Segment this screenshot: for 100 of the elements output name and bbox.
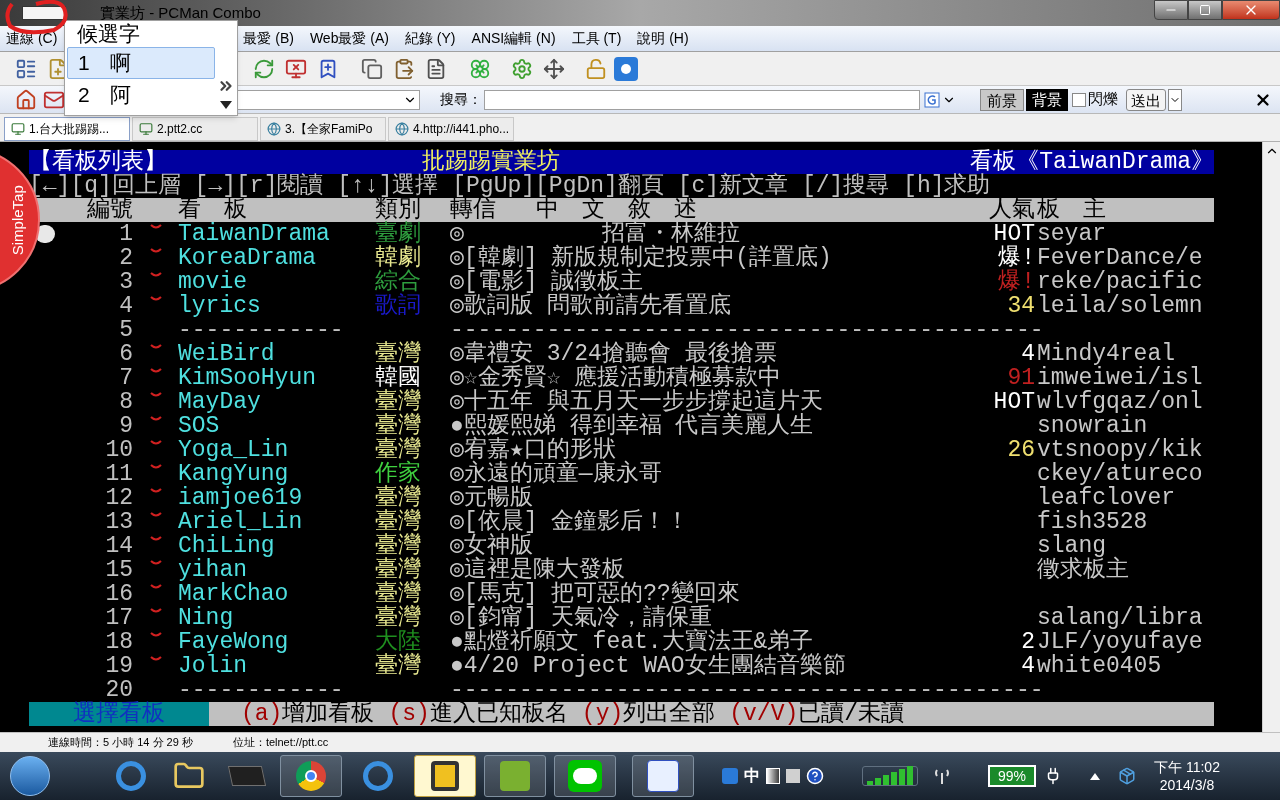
board-name[interactable]: MarkChao (178, 581, 289, 607)
board-title: ●4/20 Project WAO女生團結音樂節 (450, 653, 846, 679)
board-category: 歌詞 (375, 293, 421, 319)
board-name[interactable]: KangYung (178, 461, 289, 487)
input-method-icon[interactable] (722, 768, 738, 784)
battery-level[interactable]: 99% (988, 765, 1037, 787)
board-name[interactable]: Jolin (178, 653, 247, 679)
popularity: 91 (1007, 365, 1035, 391)
color-mode-button[interactable]: 背景 (1026, 88, 1068, 111)
search-engine-button[interactable] (924, 91, 956, 108)
board-name[interactable]: Yoga_Lin (178, 437, 289, 463)
connection-time: 連線時間：5 小時 14 分 29 秒 (48, 735, 193, 751)
minimize-button[interactable] (1154, 0, 1188, 20)
board-number: 18 (105, 630, 133, 654)
menu-item[interactable]: 最愛 (B) (243, 28, 294, 49)
blink-checkbox[interactable] (1072, 92, 1086, 107)
board-name[interactable]: iamjoe619 (178, 485, 303, 511)
signal-strength-icon[interactable] (862, 766, 918, 786)
pcman-app-icon[interactable] (414, 755, 476, 797)
board-name[interactable]: MayDay (178, 389, 261, 415)
menu-item[interactable]: ANSI編輯 (N) (471, 28, 556, 49)
color-mode-button[interactable]: 前景 (980, 88, 1024, 111)
column-header: 看 板 (178, 197, 247, 223)
board-name[interactable]: Ariel_Lin (178, 509, 303, 535)
moderator: FeverDance/e (1037, 245, 1203, 271)
board-number: 5 (119, 318, 133, 342)
globe-icon (395, 122, 409, 136)
board-name[interactable]: TaiwanDrama (178, 221, 330, 247)
tray-expand-icon[interactable] (1090, 772, 1101, 780)
send-dropdown-button[interactable] (1168, 88, 1182, 111)
board-name[interactable]: yihan (178, 557, 247, 583)
current-board: 看板《TaiwanDrama》 (970, 150, 1214, 174)
box-icon[interactable] (1118, 767, 1137, 785)
input-method-app-icon[interactable] (632, 755, 694, 797)
clock-time[interactable]: 下午 11:02 (1154, 758, 1220, 776)
moderator: Mindy4real (1037, 341, 1176, 367)
menu-item[interactable]: Web最愛 (A) (309, 28, 389, 49)
footer-command: (a)增加看板 (241, 702, 375, 726)
popularity: 4 (1021, 653, 1035, 679)
separator-dashes: ------------ (178, 677, 344, 703)
app-logo-icon[interactable] (614, 56, 638, 81)
column-header: 人氣 (989, 198, 1035, 222)
send-button[interactable]: 送出 (1126, 88, 1166, 111)
board-name[interactable]: SOS (178, 413, 220, 439)
column-header: 編號 (87, 197, 133, 223)
search-field[interactable] (484, 89, 920, 110)
candidate-item[interactable]: 1 啊 (67, 47, 215, 79)
help-icon[interactable] (806, 767, 824, 785)
connection-tab[interactable]: 2.ptt2.cc (132, 117, 258, 141)
menu-item[interactable]: 紀錄 (Y) (405, 28, 456, 49)
moderator: leafclover (1037, 485, 1176, 511)
half-width-icon[interactable] (766, 768, 780, 784)
site-name: 批踢踢實業坊 (422, 150, 560, 174)
board-number: 2 (119, 246, 133, 270)
board-name[interactable]: FayeWong (178, 629, 289, 655)
board-name[interactable]: KoreaDrama (178, 245, 317, 271)
moderator: ckey/atureco (1037, 461, 1203, 487)
connection-tab[interactable]: 1.台大批踢踢... (4, 117, 130, 141)
board-name[interactable]: Ning (178, 605, 234, 631)
chat-app-icon[interactable] (554, 755, 616, 797)
antenna-icon[interactable] (934, 767, 950, 785)
note-app-icon[interactable] (484, 755, 546, 797)
column-header: 中 文 敘 述 (536, 198, 697, 222)
board-name[interactable]: lyrics (178, 293, 261, 319)
board-number: 20 (105, 678, 133, 702)
column-header: 轉信 (450, 198, 496, 222)
caret-down-icon[interactable] (220, 101, 232, 109)
scrollbar[interactable] (1262, 142, 1280, 732)
monitor-icon (139, 122, 153, 136)
connection-tab[interactable]: 3.【全家FamiPo (260, 117, 386, 141)
clock-date[interactable]: 2014/3/8 (1159, 776, 1215, 794)
menu-item[interactable]: 說明 (H) (637, 28, 689, 49)
connection-tab[interactable]: 4.http://i441.pho... (388, 117, 514, 141)
ime-mode[interactable]: 中 (744, 764, 760, 788)
board-name[interactable]: WeiBird (178, 341, 275, 367)
address-text: 位址：telnet://ptt.cc (232, 735, 329, 751)
footer-command: (s)進入已知板名 (388, 702, 568, 726)
menu-item[interactable]: 工具 (T) (571, 28, 622, 49)
board-name[interactable]: movie (178, 269, 247, 295)
app-icon (22, 6, 66, 20)
popularity: 2 (1021, 629, 1035, 655)
board-number: 3 (119, 270, 133, 294)
chrome-icon[interactable] (280, 755, 342, 797)
search-engine-icon (924, 91, 940, 108)
board-number: 12 (105, 486, 133, 510)
column-header: 板 主 (1037, 197, 1106, 223)
moderator: reke/pacific (1037, 269, 1203, 295)
separator-dashes: ------------ (178, 317, 344, 343)
start-button[interactable] (10, 756, 50, 796)
moderator: fish3528 (1037, 509, 1148, 535)
board-number: 14 (105, 534, 133, 558)
footer-command: (y)列出全部 (581, 702, 716, 726)
ime-title: 候選字 (76, 21, 141, 47)
board-name[interactable]: ChiLing (178, 533, 275, 559)
close-button[interactable] (1222, 0, 1280, 20)
moderator: vtsnoopy/kik (1037, 437, 1203, 463)
board-number: 1 (119, 222, 133, 246)
board-name[interactable]: KimSooHyun (178, 365, 317, 391)
popularity: 爆! (998, 269, 1035, 295)
maximize-button[interactable] (1188, 0, 1222, 20)
